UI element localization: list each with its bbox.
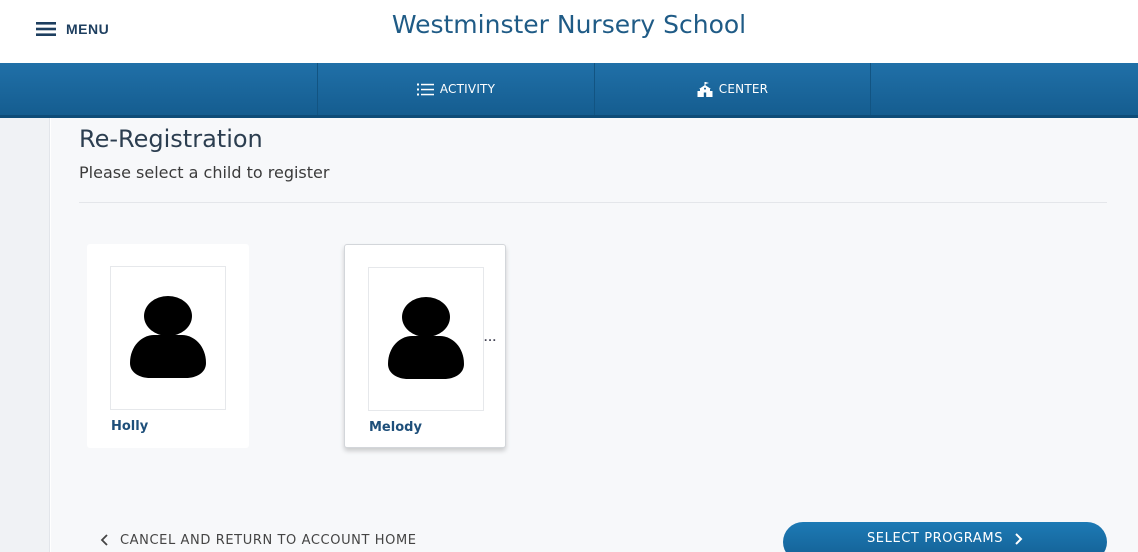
side-gutter <box>0 118 50 552</box>
school-building-icon <box>697 81 713 97</box>
avatar <box>368 267 484 411</box>
child-card-melody[interactable]: ... Melody <box>344 244 506 448</box>
child-name: Holly <box>111 419 149 434</box>
select-programs-button[interactable]: SELECT PROGRAMS <box>783 522 1107 552</box>
select-programs-label: SELECT PROGRAMS <box>866 531 1004 546</box>
school-name: Westminster Nursery School <box>391 10 747 39</box>
tab-center-label: CENTER <box>718 82 769 96</box>
tab-center[interactable]: CENTER <box>595 63 870 115</box>
tab-activity[interactable]: ACTIVITY <box>318 63 594 115</box>
main-nav: ACTIVITY CENTER <box>0 63 1138 118</box>
child-name: Melody <box>369 420 422 435</box>
more-indicator: ... <box>484 330 498 344</box>
section-divider <box>79 202 1107 203</box>
avatar <box>110 266 226 410</box>
person-silhouette-icon <box>388 297 464 379</box>
page-title: Re-Registration <box>79 125 263 153</box>
person-silhouette-icon <box>130 296 206 378</box>
nav-divider <box>870 63 871 115</box>
chevron-left-icon <box>100 534 108 546</box>
tab-activity-label: ACTIVITY <box>439 82 496 96</box>
top-bar: MENU Westminster Nursery School <box>0 0 1138 63</box>
chevron-right-icon <box>1015 533 1023 545</box>
page-subtitle: Please select a child to register <box>79 163 330 182</box>
child-card-holly[interactable]: Holly <box>87 244 249 448</box>
cancel-label: CANCEL AND RETURN TO ACCOUNT HOME <box>120 532 417 548</box>
cancel-button[interactable]: CANCEL AND RETURN TO ACCOUNT HOME <box>100 530 417 550</box>
list-icon <box>416 83 434 95</box>
